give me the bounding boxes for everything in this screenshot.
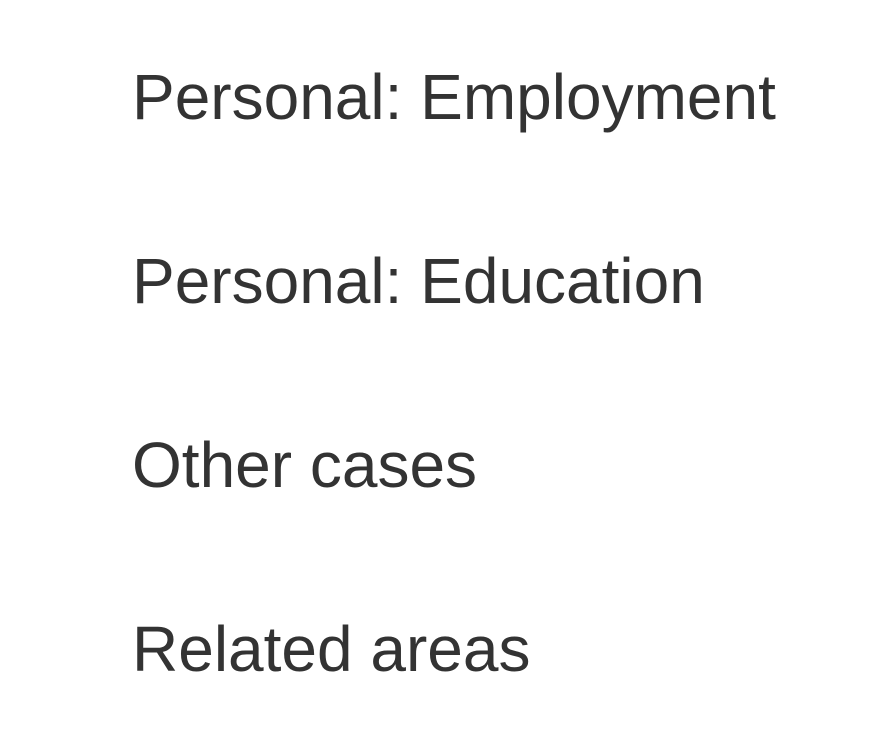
menu-item-personal-education[interactable]: Personal: Education — [132, 236, 705, 326]
menu-item-related-areas[interactable]: Related areas — [132, 604, 530, 694]
category-menu: Personal: Employment Personal: Education… — [0, 0, 893, 736]
menu-item-personal-employment[interactable]: Personal: Employment — [132, 52, 776, 142]
menu-item-other-cases[interactable]: Other cases — [132, 420, 477, 510]
